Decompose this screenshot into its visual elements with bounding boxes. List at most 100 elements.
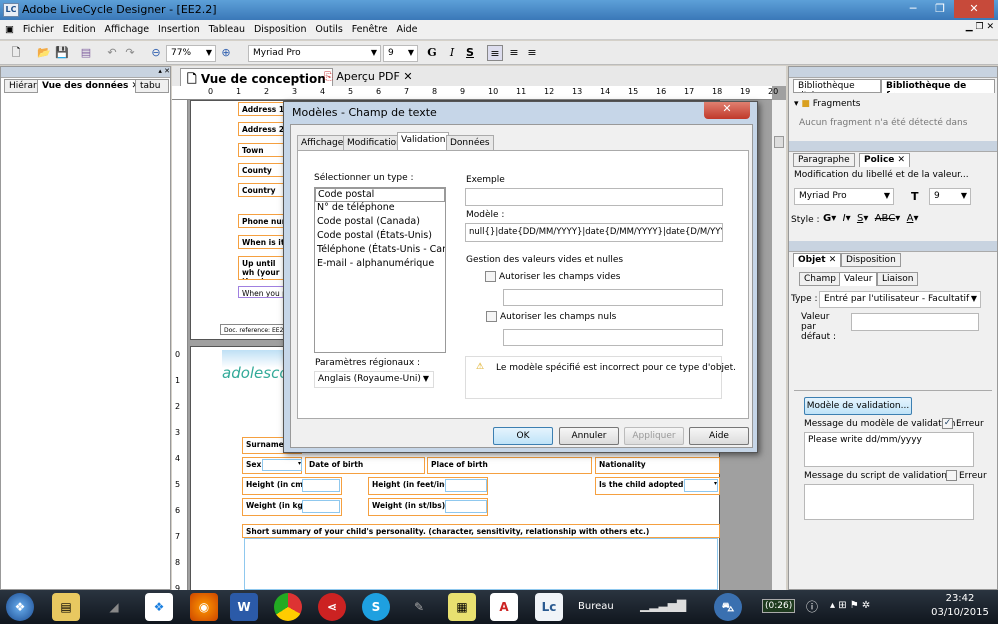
menu-insertion[interactable]: Insertion: [155, 20, 203, 35]
livecycle-icon[interactable]: Lc: [535, 593, 563, 621]
redo-icon[interactable]: ↷: [122, 45, 138, 61]
validation-error-checkbox[interactable]: ✓: [942, 418, 953, 429]
allow-empty-input[interactable]: [503, 289, 723, 306]
tab-validation[interactable]: Validation: [397, 132, 450, 151]
zoom-select[interactable]: 77% ▼: [166, 45, 216, 62]
align-right-icon[interactable]: ≡: [524, 45, 540, 61]
type-option[interactable]: Code postal: [315, 188, 445, 202]
style-buttons[interactable]: G▾ I▾ S▾ ABC▾ A▾: [823, 213, 918, 224]
dropbox-icon[interactable]: ❖: [145, 593, 173, 621]
explorer-icon[interactable]: ▤: [52, 593, 80, 621]
height-cms-input[interactable]: [302, 479, 340, 492]
tab-font[interactable]: Police ✕: [859, 153, 911, 167]
type-list[interactable]: Code postal N° de téléphone Code postal …: [314, 187, 446, 353]
field-pob[interactable]: Place of birth: [427, 457, 592, 474]
field-nationality[interactable]: Nationality: [595, 457, 720, 474]
type-option[interactable]: Code postal (États-Unis): [315, 230, 445, 244]
align-left-icon[interactable]: ≡: [487, 45, 503, 61]
align-center-icon[interactable]: ≡: [506, 45, 522, 61]
vertical-scrollbar[interactable]: [772, 100, 786, 590]
field-town[interactable]: Town: [238, 143, 288, 157]
cancel-button[interactable]: Annuler: [559, 427, 619, 445]
weight-kgs-input[interactable]: [302, 500, 340, 513]
bold-button[interactable]: G: [424, 45, 440, 61]
italic-button[interactable]: I: [444, 45, 460, 61]
help-button[interactable]: Aide: [689, 427, 749, 445]
word-icon[interactable]: W: [230, 593, 258, 621]
menu-disposition[interactable]: Disposition: [251, 20, 310, 35]
type-option[interactable]: N° de téléphone: [315, 202, 445, 216]
share-icon[interactable]: ⋖: [318, 593, 346, 621]
font-size-select[interactable]: 9 ▼: [383, 45, 418, 62]
menu-affichage[interactable]: Affichage: [102, 20, 153, 35]
field-summary[interactable]: Short summary of your child's personalit…: [242, 524, 720, 538]
tab-donnees[interactable]: Données: [446, 135, 494, 151]
menu-fenetre[interactable]: Fenêtre: [349, 20, 391, 35]
firefox-icon[interactable]: ◉: [190, 593, 218, 621]
skype-icon[interactable]: S: [362, 593, 390, 621]
panel-font-select[interactable]: Myriad Pro ▼: [794, 188, 894, 205]
preview-icon[interactable]: ▤: [78, 45, 94, 61]
model-input[interactable]: null{}|date{DD/MM/YYYY}|date{D/MM/YYYY}|…: [465, 223, 723, 242]
field-country[interactable]: Country: [238, 183, 288, 197]
allow-null-checkbox[interactable]: [486, 311, 497, 322]
acrobat-icon[interactable]: A: [490, 593, 518, 621]
allow-null-input[interactable]: [503, 329, 723, 346]
field-county[interactable]: County: [238, 163, 288, 177]
info-icon[interactable]: ⓘ: [806, 598, 818, 615]
tray-icons[interactable]: ▴ ⊞ ⚑ ✲: [830, 600, 870, 611]
menu-outils[interactable]: Outils: [312, 20, 345, 35]
validation-pattern-button[interactable]: Modèle de validation...: [804, 397, 912, 415]
tab-field[interactable]: Champ: [799, 272, 841, 286]
start-button[interactable]: ❖: [6, 593, 34, 621]
underline-button[interactable]: S: [462, 45, 478, 61]
gimp-icon[interactable]: ✎: [405, 593, 433, 621]
zoom-out-icon[interactable]: ⊖: [148, 45, 164, 61]
field-dob[interactable]: Date of birth: [305, 457, 425, 474]
tab-paragraph[interactable]: Paragraphe: [793, 153, 855, 167]
menu-fichier[interactable]: Fichier: [20, 20, 57, 35]
type-option[interactable]: E-mail - alphanumérique: [315, 258, 445, 272]
field-phone[interactable]: Phone num: [238, 214, 288, 228]
tab-binding[interactable]: Liaison: [877, 272, 919, 286]
tab-tabulation[interactable]: tabu: [135, 79, 169, 93]
undo-icon[interactable]: ↶: [104, 45, 120, 61]
type-option[interactable]: Téléphone (États-Unis - Canad: [315, 244, 445, 258]
fragments-folder[interactable]: ▾ ■ Fragments: [794, 99, 860, 109]
menu-tableau[interactable]: Tableau: [206, 20, 248, 35]
height-ft-input[interactable]: [445, 479, 487, 492]
tab-fragment-library[interactable]: Bibliothèque de fragme: [881, 79, 995, 93]
script-error-checkbox[interactable]: [946, 470, 957, 481]
summary-textarea[interactable]: [244, 538, 718, 590]
example-input[interactable]: [465, 188, 723, 206]
minimize-button[interactable]: ─: [900, 0, 926, 18]
menu-aide[interactable]: Aide: [393, 20, 420, 35]
default-value-input[interactable]: [851, 313, 979, 331]
tab-pdf-preview[interactable]: ⎘ Aperçu PDF ✕: [320, 69, 417, 85]
field-address2[interactable]: Address 2: [238, 122, 288, 136]
script-message-textarea[interactable]: [804, 484, 974, 520]
apply-button[interactable]: Appliquer: [624, 427, 684, 445]
adopted-dropdown[interactable]: ▾: [684, 479, 718, 492]
weight-st-input[interactable]: [445, 500, 487, 513]
font-select[interactable]: Myriad Pro ▼: [248, 45, 381, 62]
type-select[interactable]: Entré par l'utilisateur - Facultatif ▼: [819, 291, 981, 308]
laptop-icon[interactable]: ◢: [100, 593, 128, 621]
tab-data-view[interactable]: Vue des données ✕: [37, 79, 145, 93]
tab-object[interactable]: Objet ✕: [793, 253, 842, 267]
zoom-in-icon[interactable]: ⊕: [218, 45, 234, 61]
clock[interactable]: 23:42 03/10/2015: [930, 593, 990, 618]
close-button[interactable]: ✕: [954, 0, 994, 18]
signal-icon[interactable]: ▁▂▃▅▇: [640, 598, 686, 612]
field-when-you[interactable]: When you p: [238, 286, 288, 298]
regional-settings-select[interactable]: Anglais (Royaume-Uni) ▼: [314, 371, 434, 388]
menu-edition[interactable]: Edition: [60, 20, 99, 35]
notes-icon[interactable]: ▦: [448, 593, 476, 621]
ok-button[interactable]: OK: [493, 427, 553, 445]
sex-dropdown[interactable]: ▾: [262, 459, 302, 471]
validation-message-textarea[interactable]: Please write dd/mm/yyyy: [804, 432, 974, 467]
panel-size-select[interactable]: 9 ▼: [929, 188, 971, 205]
field-up-until[interactable]: Up until wh (your time): [238, 256, 288, 280]
battery-timer[interactable]: (0:26): [762, 599, 796, 613]
allow-empty-checkbox[interactable]: [485, 271, 496, 282]
